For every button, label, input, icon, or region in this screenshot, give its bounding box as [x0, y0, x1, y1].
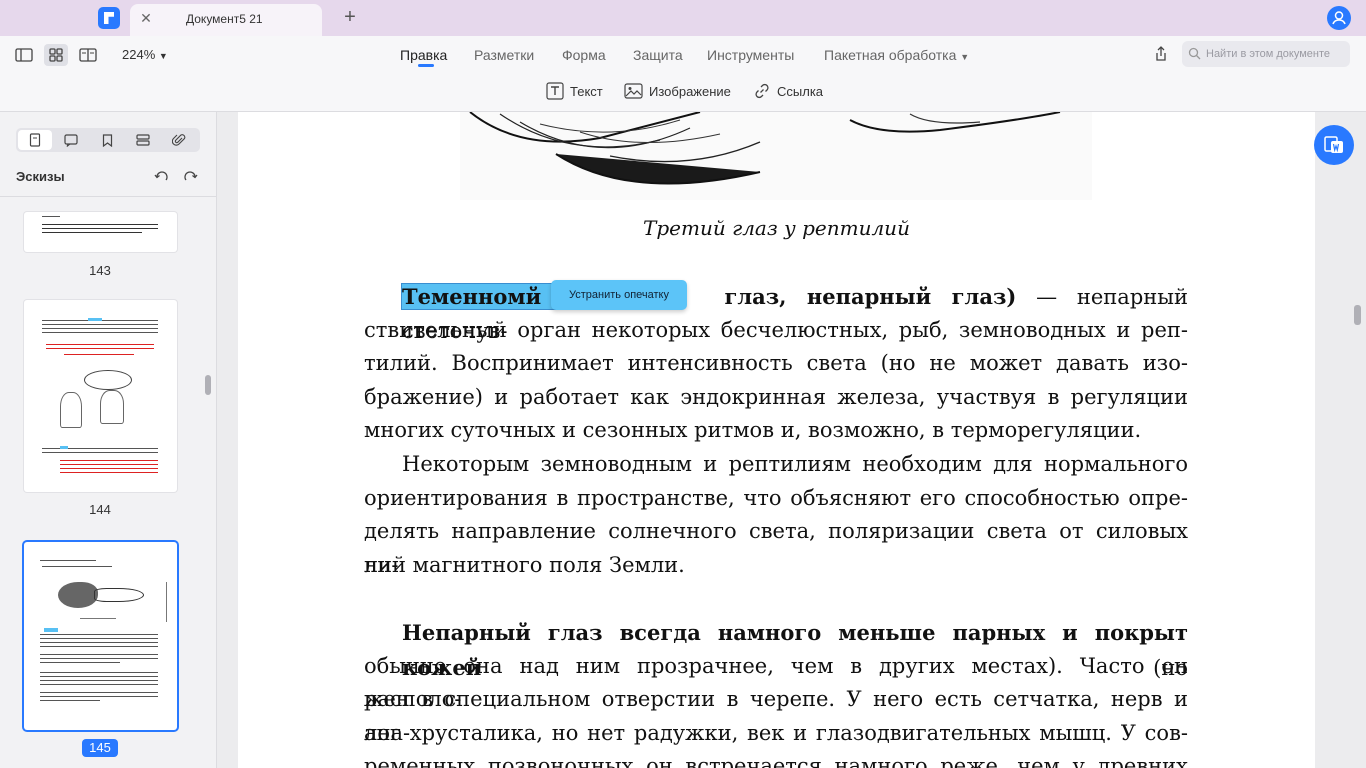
title-bar: ✕ Документ5 21 +: [0, 0, 1366, 36]
text-line: бражение) и работает как эндокринная жел…: [364, 384, 1188, 409]
document-scrollbar[interactable]: [1354, 305, 1361, 325]
search-input[interactable]: [1182, 41, 1350, 67]
menu-protect[interactable]: Защита: [633, 47, 683, 63]
text-line: Непарный глаз всегда намного меньше парн…: [364, 616, 1188, 680]
menu-edit[interactable]: Правка: [400, 47, 447, 63]
text-line: обычно она над ним прозрачнее, чем в дру…: [364, 653, 1188, 712]
reptile-eye-illustration: [460, 112, 1092, 200]
page-thumbnail-143[interactable]: [24, 212, 177, 252]
text-icon: [546, 82, 564, 100]
menu-tools[interactable]: Инструменты: [707, 47, 794, 63]
zoom-select[interactable]: 224% ▼: [122, 47, 168, 62]
menu-form[interactable]: Форма: [562, 47, 606, 63]
document-tab[interactable]: ✕ Документ5 21: [130, 4, 322, 36]
add-text-label: Текст: [570, 83, 603, 99]
chevron-down-icon: ▼: [960, 52, 970, 62]
word-convert-button[interactable]: [1314, 125, 1354, 165]
page-thumbnail-145[interactable]: [24, 542, 177, 730]
sidebar-divider: [0, 196, 216, 197]
document-page: Третий глаз у рептилий Теменномй г глаз, …: [238, 112, 1315, 768]
page-number-145: 145: [82, 739, 118, 757]
sidebar-toggle-icon[interactable]: [12, 44, 36, 66]
text-line: делять направление солнечного света, пол…: [364, 519, 1188, 577]
share-icon[interactable]: [1152, 45, 1170, 63]
text-line: многих суточных и сезонных ритмов и, воз…: [364, 418, 1142, 443]
add-link-button[interactable]: Ссылка: [753, 81, 823, 101]
new-tab-button[interactable]: +: [340, 7, 360, 27]
tab-thumbnails[interactable]: [18, 130, 52, 150]
text-line: Теменномй г глаз, непарный глаз) — непарн…: [364, 280, 1188, 343]
add-link-label: Ссылка: [777, 83, 824, 99]
text-line: Некоторым земноводным и рептилиям необхо…: [402, 452, 1188, 476]
text-line: ний магнитного поля Земли.: [364, 552, 685, 577]
text-line: ориентирования в пространстве, что объяс…: [364, 485, 1188, 510]
paragraph-3[interactable]: Непарный глаз всегда намного меньше парн…: [364, 616, 1188, 768]
menu-batch[interactable]: Пакетная обработка ▼: [824, 47, 969, 63]
menu-markup[interactable]: Разметки: [474, 47, 534, 63]
page-number-144: 144: [89, 502, 111, 517]
main-toolbar: 224% ▼ Правка Разметки Форма Защита Инст…: [0, 36, 1366, 112]
sidebar-tabs: [16, 128, 200, 152]
zoom-value: 224%: [122, 47, 156, 62]
figure-caption: Третий глаз у рептилий: [643, 216, 910, 240]
tab-bookmarks[interactable]: [90, 130, 124, 150]
paragraph-1[interactable]: Теменномй г глаз, непарный глаз) — непарн…: [364, 280, 1188, 448]
layers-icon: [136, 134, 150, 146]
search-icon: [1188, 47, 1201, 60]
sidebar-title: Эскизы: [16, 169, 65, 184]
add-image-button[interactable]: Изображение: [624, 81, 731, 101]
thumbnail-sidebar: Эскизы 143 144 145: [0, 112, 217, 768]
text-line: лог хрусталика, но нет радужки, век и гл…: [364, 720, 1188, 745]
paragraph-2[interactable]: Некоторым земноводным и рептилиям необхо…: [364, 448, 1188, 582]
text-line: тилий. Воспринимает интенсивность света …: [364, 351, 1188, 376]
text-line: ременных позвоночных он встречается намн…: [364, 754, 1188, 768]
highlighted-typo[interactable]: Теменномй г: [400, 283, 576, 310]
page-number-143: 143: [89, 263, 111, 278]
image-icon: [624, 83, 643, 99]
comment-icon: [64, 133, 78, 147]
tab-close-icon[interactable]: ✕: [138, 10, 154, 26]
user-account-icon[interactable]: [1327, 6, 1351, 30]
paperclip-icon: [172, 134, 186, 146]
grid-view-icon[interactable]: [44, 44, 68, 66]
rotate-left-icon[interactable]: [154, 168, 170, 184]
add-text-button[interactable]: Текст: [546, 81, 603, 101]
app-logo-icon: [98, 7, 120, 29]
fix-typo-tooltip[interactable]: Устранить опечатку: [551, 280, 687, 310]
rotate-right-icon[interactable]: [182, 168, 198, 184]
text-line: ствительный орган некоторых бесчелюстных…: [364, 317, 1188, 342]
add-image-label: Изображение: [649, 83, 731, 99]
reading-mode-icon[interactable]: [76, 44, 100, 66]
bookmark-icon: [102, 133, 112, 147]
tab-comments[interactable]: [54, 130, 88, 150]
page-thumbnail-144[interactable]: [24, 300, 177, 492]
word-icon: [1324, 136, 1343, 153]
tab-attachments[interactable]: [162, 130, 196, 150]
tab-title: Документ5 21: [186, 12, 263, 26]
tab-layers[interactable]: [126, 130, 160, 150]
link-icon: [755, 83, 769, 99]
page-icon: [29, 133, 41, 147]
active-menu-indicator: [418, 64, 434, 67]
text-line: жен в специальном отверстии в черепе. У …: [364, 687, 1188, 745]
chevron-down-icon: ▼: [158, 51, 168, 61]
menu-batch-label: Пакетная обработка: [824, 47, 957, 63]
sidebar-scrollbar[interactable]: [205, 375, 211, 395]
